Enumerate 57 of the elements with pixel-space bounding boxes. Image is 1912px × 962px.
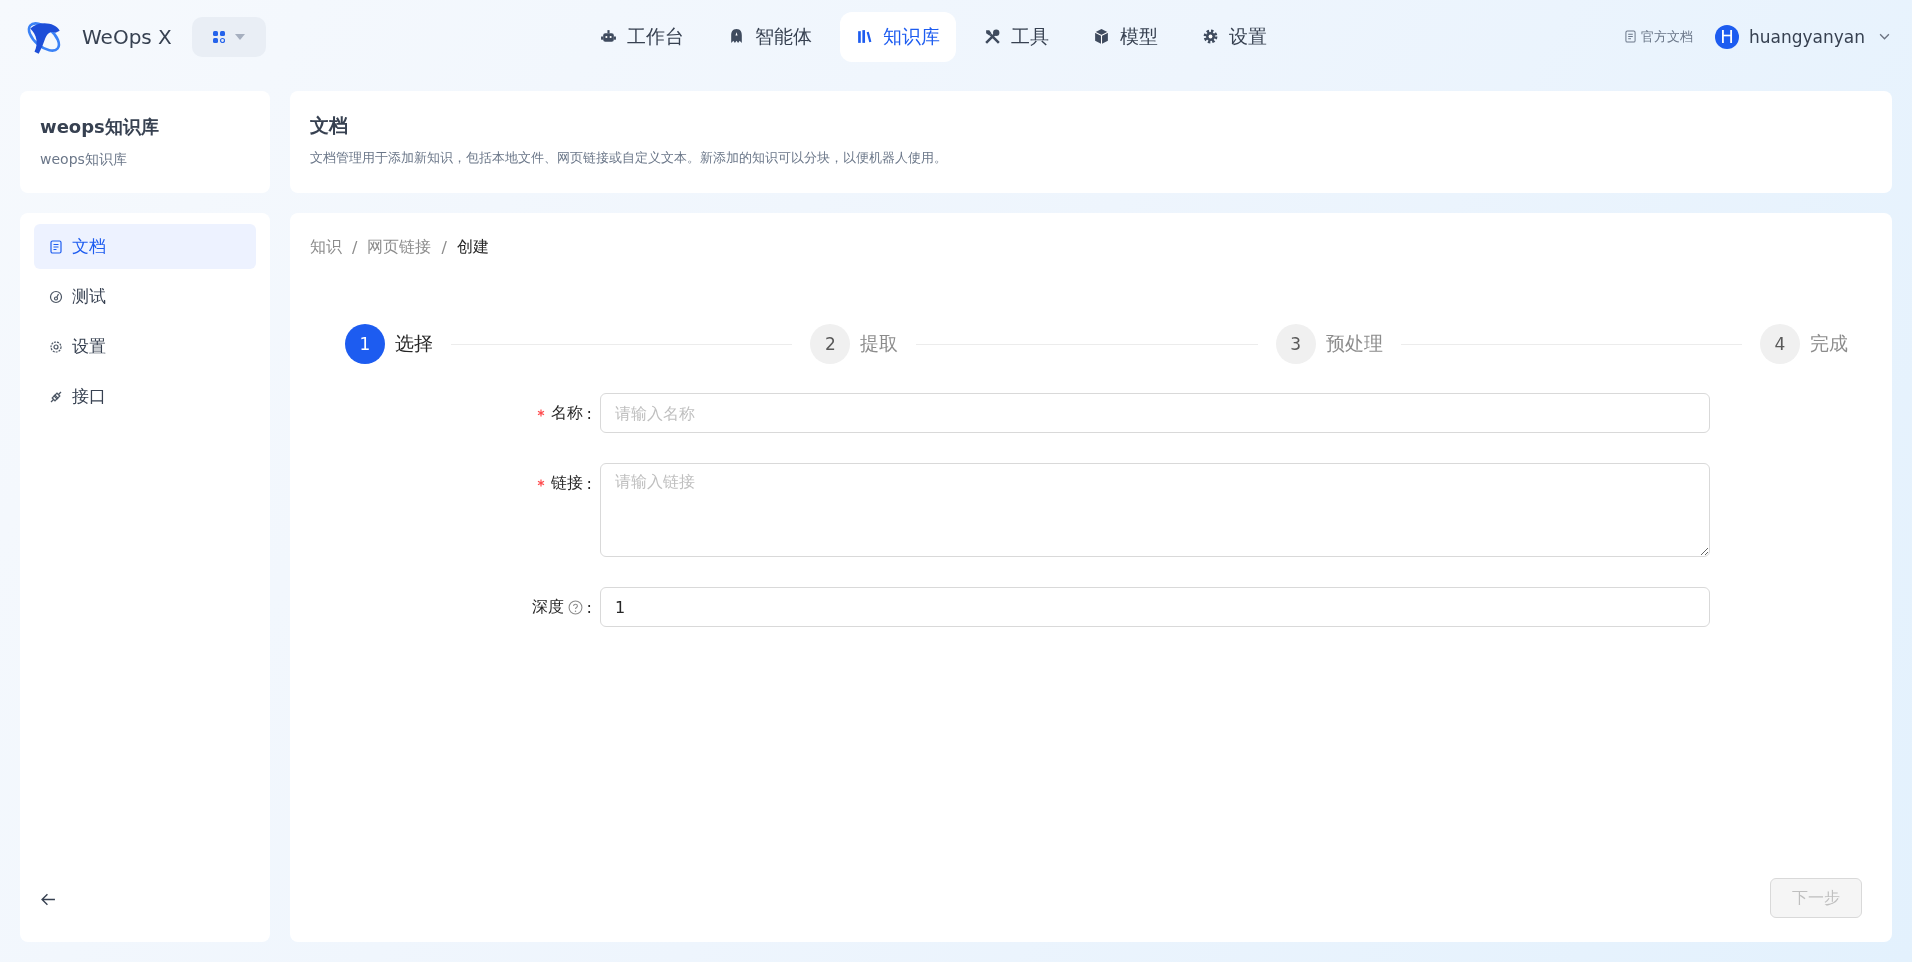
document-icon [49,239,63,254]
sidebar-item[interactable]: 设置 [34,324,256,369]
label-colon: : [586,473,592,493]
step-number: 3 [1275,324,1316,364]
input-field[interactable]: 请输入名称 [600,393,1710,433]
nav-tab[interactable]: 模型 [1077,11,1174,62]
field-label: 名称 [550,402,583,424]
settings-icon [1202,28,1219,45]
robot-icon [600,28,617,45]
caret-down-icon [234,33,245,40]
nav-tab[interactable]: 工具 [968,11,1065,62]
label-colon: : [586,403,592,423]
label-colon: : [586,597,592,617]
docs-link[interactable]: 官方文档 [1624,27,1693,46]
step-label: 完成 [1810,331,1848,356]
step-number: 2 [810,324,851,364]
step-number: 1 [345,324,385,364]
step-number: 4 [1760,324,1800,364]
field-label: 链接 [550,472,583,494]
breadcrumb-item[interactable]: 知识 [310,237,342,258]
app-switcher-button[interactable] [191,16,266,57]
breadcrumb-item: 创建 [456,237,489,258]
breadcrumb-separator: / [352,238,358,257]
sidebar-item[interactable]: 接口 [34,374,256,419]
help-icon[interactable] [567,599,583,615]
nav-tab[interactable]: 智能体 [712,11,828,62]
knowledge-base-title: weops知识库 [40,115,160,139]
link-textarea[interactable]: 请输入链接 [600,463,1710,557]
document-icon [1624,30,1636,43]
app-name: WeOps X [82,24,172,49]
user-name[interactable]: huangyanyan [1748,26,1865,47]
nav-tab[interactable]: 知识库 [840,11,956,62]
step-label: 提取 [860,331,899,356]
knowledge-base-subtitle: weops知识库 [40,151,128,169]
field-label: 深度 [531,596,564,618]
sidebar-item[interactable]: 文档 [34,224,256,269]
breadcrumb-item[interactable]: 网页链接 [367,237,432,258]
sidebar-item[interactable]: 测试 [34,274,256,319]
cube-icon [1093,28,1110,45]
gauge-icon [49,289,63,304]
chevron-down-icon[interactable] [1879,33,1890,40]
settings-icon [49,339,63,354]
step-label: 选择 [395,331,433,356]
books-icon [856,28,873,45]
breadcrumb-separator: / [441,238,447,257]
user-avatar[interactable]: H [1714,24,1739,49]
step-label: 预处理 [1325,331,1383,356]
nav-tab[interactable]: 设置 [1186,11,1283,62]
plug-icon [49,389,63,404]
page-title: 文档 [310,113,349,138]
page-description: 文档管理用于添加新知识，包括本地文件、网页链接或自定义文本。新添加的知识可以分块，以便机器人使用。 [310,149,948,167]
tools-icon [984,28,1001,45]
back-arrow-icon[interactable] [41,893,56,906]
apps-grid-icon [212,30,225,43]
ghost-icon [728,28,745,45]
input-field[interactable]: 1 [600,587,1710,627]
nav-tab[interactable]: 工作台 [584,11,700,62]
